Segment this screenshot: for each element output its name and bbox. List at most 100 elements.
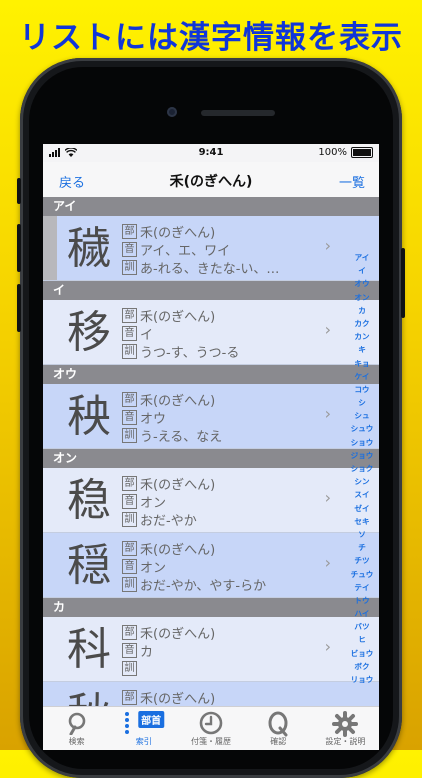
earpiece-speaker [201,110,275,116]
on-reading-text: オン [140,560,167,576]
radical-text: 禾(のぎへん) [140,309,216,325]
radical-tag: 部 [122,475,137,491]
kun-reading-text: おだ-やか [140,513,197,529]
index-entry[interactable]: ショク [351,462,374,475]
chevron-right-icon: › [324,488,331,507]
on-reading-text: イ [140,327,154,343]
index-entry[interactable]: リョウ [351,673,374,686]
on-reading-tag: 音 [122,493,137,509]
status-bar: 9:41 100% [43,144,379,162]
index-entry[interactable]: ゼイ [354,502,369,515]
tab-check[interactable]: 確認 [245,707,312,750]
index-entry[interactable]: オウ [354,277,369,290]
index-entry[interactable]: シュウ [351,422,374,435]
tab-search[interactable]: 検索 [43,707,110,750]
index-entry[interactable]: チュウ [351,568,374,581]
list-item[interactable]: 穢 部禾(のぎへん) 音アイ、エ、ワイ 訓あ-れる、きたな-い、… › [43,216,379,281]
kanji-list[interactable]: アイ 穢 部禾(のぎへん) 音アイ、エ、ワイ 訓あ-れる、きたな-い、… › イ… [43,197,379,747]
kanji-info: 部禾(のぎへん) 音イ 訓うつ-す、うつ-る [122,306,322,361]
kun-reading-tag: 訓 [122,660,137,676]
index-entry[interactable]: イ [358,264,366,277]
index-entry[interactable]: チツ [354,554,369,567]
kun-reading-text: う-える、なえ [140,429,223,445]
kun-reading-tag: 訓 [122,511,137,527]
kanji-character: 穏 [67,540,111,591]
on-reading-tag: 音 [122,642,137,658]
on-reading-text: オウ [140,411,167,427]
kanji-info: 部禾(のぎへん) [122,688,322,707]
index-entry[interactable]: シン [354,475,369,488]
index-entry[interactable]: ソ [358,528,366,541]
index-entry[interactable]: バツ [354,620,369,633]
clock-icon [199,711,223,735]
quiz-icon [268,711,288,737]
kun-reading-text: あ-れる、きたな-い、… [140,261,280,277]
index-entry[interactable]: ヒ [358,633,366,646]
radical-text: 禾(のぎへん) [140,691,216,707]
index-entry[interactable]: キ [358,343,366,356]
list-item[interactable]: 秧 部禾(のぎへん) 音オウ 訓う-える、なえ › [43,384,379,449]
index-entry[interactable]: アイ [355,251,370,264]
index-entry[interactable]: オン [354,291,369,304]
battery-icon [351,147,373,158]
radical-tag: 部 [122,391,137,407]
chevron-right-icon: › [324,404,331,423]
list-item[interactable]: 移 部禾(のぎへん) 音イ 訓うつ-す、うつ-る › [43,300,379,365]
index-entry[interactable]: ケイ [354,370,369,383]
selection-marker [43,216,57,280]
index-entry[interactable]: テイ [354,581,369,594]
tab-settings[interactable]: 設定・説明 [312,707,379,750]
list-button[interactable]: 一覧 [339,172,365,191]
index-entry[interactable]: トウ [354,594,369,607]
index-entry[interactable]: シ [358,396,366,409]
kanji-info: 部禾(のぎへん) 音カ 訓 [122,623,322,677]
volume-up-button [17,224,21,272]
section-index[interactable]: アイイオウ オンカカク カンキキョ ケイ コウシシュ シュウ ショウ ジョウ ショク シン スイ ゼイ… [349,251,375,686]
index-entry[interactable]: カ [358,304,366,317]
on-reading-text: アイ、エ、ワイ [140,243,231,259]
search-icon [68,712,85,735]
kanji-info: 部禾(のぎへん) 音オウ 訓う-える、なえ [122,390,322,445]
index-entry[interactable]: カク [354,317,369,330]
radical-text: 禾(のぎへん) [140,477,216,493]
index-entry[interactable]: チ [358,541,366,554]
index-entry[interactable]: スイ [354,488,369,501]
battery-status: 100% [318,147,373,158]
kun-reading-text: うつ-す、うつ-る [140,345,240,361]
index-entry[interactable]: ボク [354,660,369,673]
index-entry[interactable]: セキ [354,515,369,528]
radical-text: 禾(のぎへん) [140,225,216,241]
tab-label: 索引 [135,737,152,746]
list-item[interactable]: 科 部禾(のぎへん) 音カ 訓 › [43,617,379,682]
on-reading-text: カ [140,644,154,660]
on-reading-tag: 音 [122,241,137,257]
tab-index[interactable]: 部首 索引 [110,707,177,750]
list-item[interactable]: 稳 部禾(のぎへん) 音オン 訓おだ-やか › [43,468,379,533]
tab-label: 付箋・履歴 [191,737,231,746]
tab-label: 確認 [270,737,287,746]
index-entry[interactable]: ハイ [354,607,369,620]
chevron-right-icon: › [324,236,331,255]
kanji-character: 稳 [67,475,111,526]
radical-tag: 部 [122,307,137,323]
index-entry[interactable]: ビョウ [351,647,374,660]
index-entry[interactable]: キョ [354,357,369,370]
radical-text: 禾(のぎへん) [140,626,216,642]
radical-text: 禾(のぎへん) [140,542,216,558]
index-entry[interactable]: ショウ [351,436,374,449]
index-entry[interactable]: ジョウ [351,449,374,462]
kun-reading-text: おだ-やか、やす-らか [140,578,267,594]
on-reading-tag: 音 [122,409,137,425]
kanji-info: 部禾(のぎへん) 音オン 訓おだ-やか [122,474,322,529]
index-entry[interactable]: シュ [354,409,369,422]
radical-tag: 部 [122,223,137,239]
index-entry[interactable]: コウ [355,383,370,396]
list-item[interactable]: 穏 部禾(のぎへん) 音オン 訓おだ-やか、やす-らか › [43,533,379,598]
kun-reading-tag: 訓 [122,259,137,275]
tab-history[interactable]: 付箋・履歴 [177,707,244,750]
kanji-character: 秧 [67,391,111,442]
volume-down-button [17,284,21,332]
on-reading-tag: 音 [122,325,137,341]
section-header: アイ [43,197,379,216]
index-entry[interactable]: カン [354,330,369,343]
